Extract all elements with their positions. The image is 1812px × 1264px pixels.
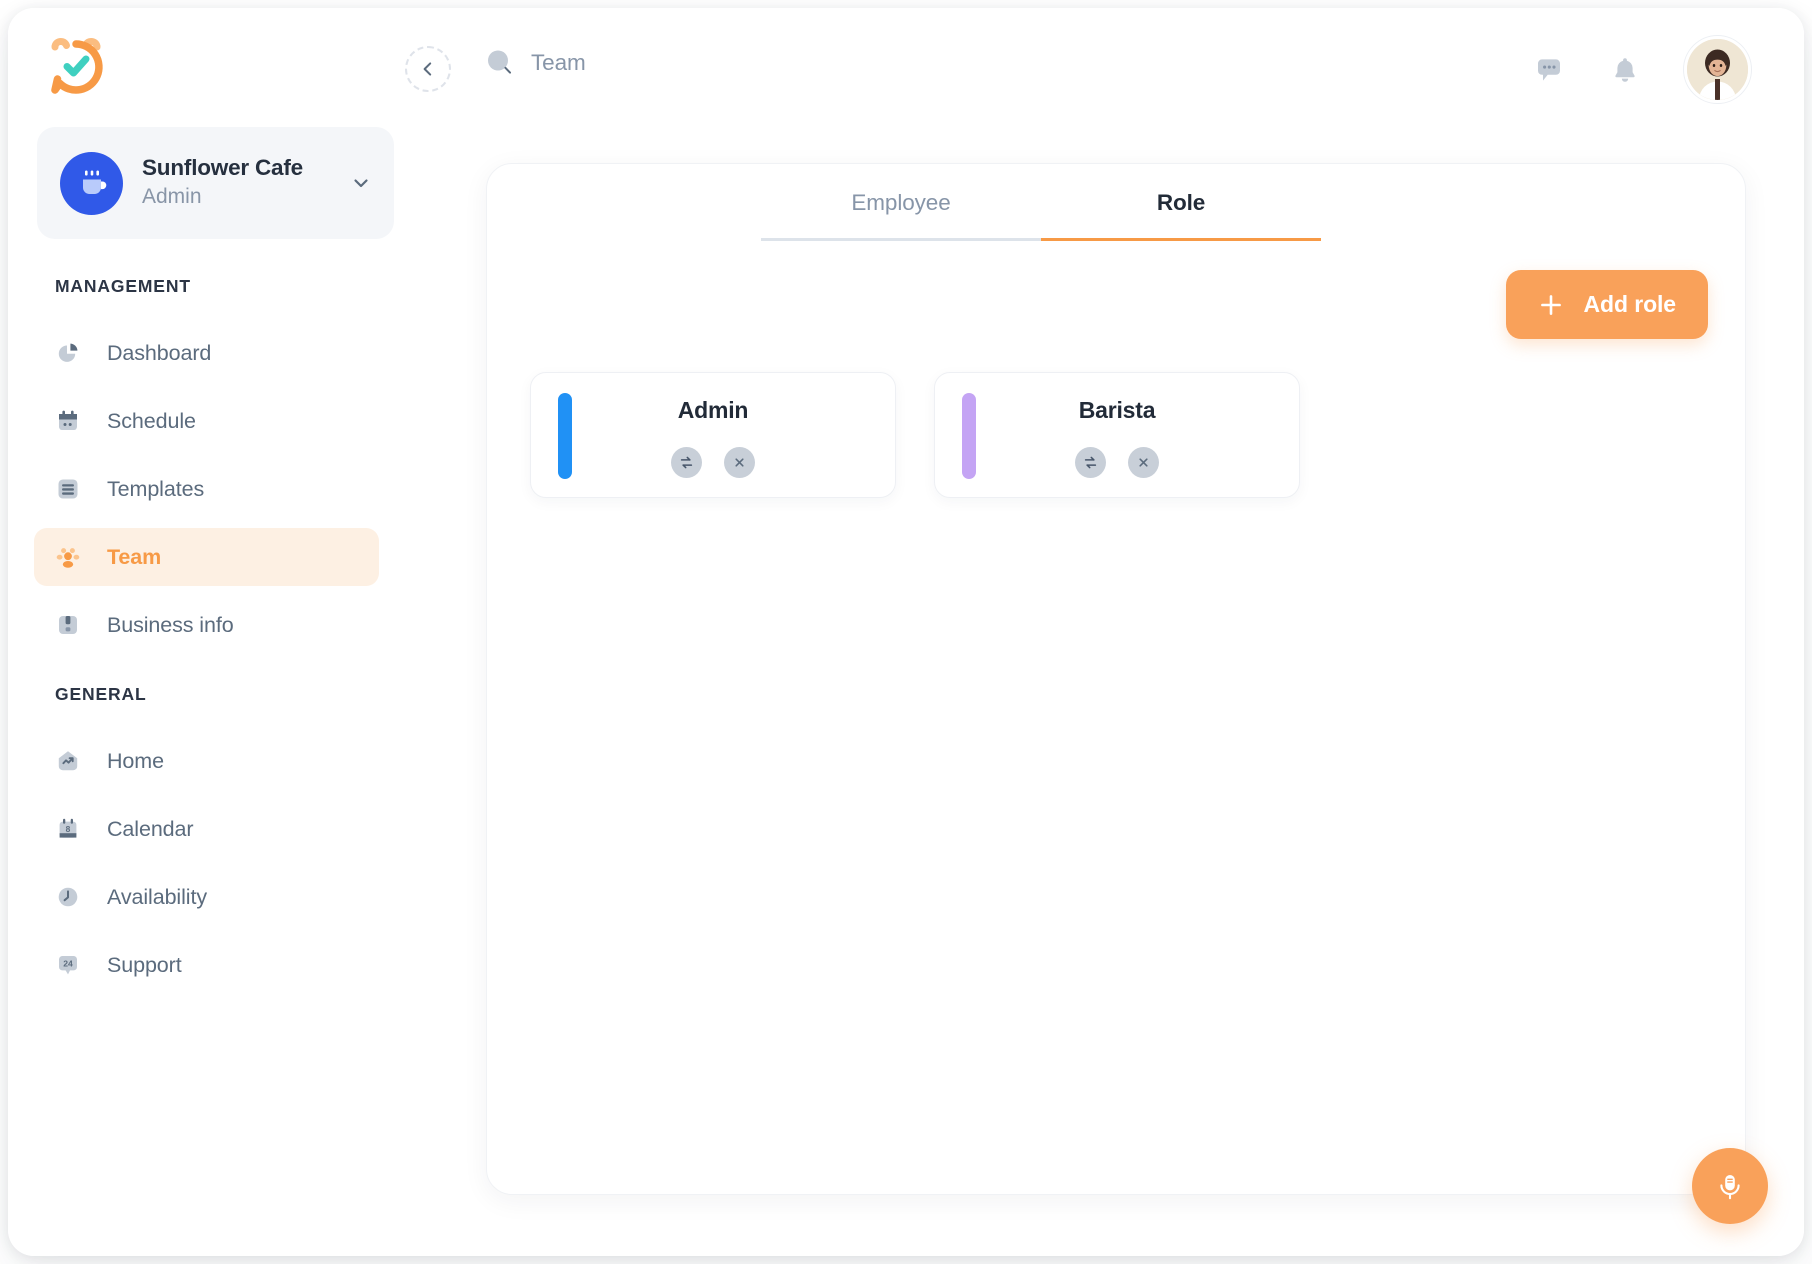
sidebar-item-label: Calendar [107, 817, 193, 842]
close-x-icon[interactable] [1128, 447, 1159, 478]
sidebar-item-label: Templates [107, 477, 204, 502]
trend-up-home-icon [53, 746, 83, 776]
close-x-icon[interactable] [724, 447, 755, 478]
role-name: Barista [935, 397, 1299, 424]
app-logo[interactable] [45, 36, 107, 98]
sidebar-item-label: Support [107, 953, 182, 978]
voice-assistant-button[interactable] [1692, 1148, 1768, 1224]
sidebar-item-calendar[interactable]: 8 Calendar [34, 800, 379, 858]
sidebar-item-label: Dashboard [107, 341, 211, 366]
messages-button[interactable] [1532, 53, 1566, 87]
role-list: Admin [530, 372, 1300, 498]
chevron-down-icon[interactable] [350, 172, 372, 194]
workspace-selector[interactable]: Sunflower Cafe Admin [37, 127, 394, 239]
sidebar: Sunflower Cafe Admin MANAGEMENT Dashboar… [8, 8, 428, 1256]
main-area: Team [428, 8, 1804, 1256]
role-name: Admin [531, 397, 895, 424]
support-24-icon: 24 [53, 950, 83, 980]
sidebar-item-availability[interactable]: Availability [34, 868, 379, 926]
swap-arrows-icon[interactable] [1075, 447, 1106, 478]
microphone-icon [1712, 1168, 1748, 1204]
tab-role[interactable]: Role [1041, 190, 1321, 241]
sidebar-item-dashboard[interactable]: Dashboard [34, 324, 379, 382]
workspace-role: Admin [142, 183, 350, 211]
breadcrumb[interactable]: Team [483, 46, 586, 80]
sidebar-item-home[interactable]: Home [34, 732, 379, 790]
chat-dots-icon [1533, 54, 1565, 86]
clock-icon [53, 882, 83, 912]
workspace-name: Sunflower Cafe [142, 154, 350, 182]
sidebar-item-label: Availability [107, 885, 207, 910]
chevron-left-icon [418, 59, 438, 79]
sidebar-item-label: Business info [107, 613, 234, 638]
role-actions [531, 447, 895, 478]
alarm-clock-check-icon [45, 36, 107, 98]
sidebar-item-support[interactable]: 24 Support [34, 936, 379, 994]
sidebar-item-label: Schedule [107, 409, 196, 434]
briefcase-icon [53, 610, 83, 640]
sidebar-section-general: GENERAL [55, 684, 147, 705]
role-card[interactable]: Barista [934, 372, 1300, 498]
sidebar-item-templates[interactable]: Templates [34, 460, 379, 518]
coffee-cup-icon [75, 166, 109, 200]
svg-text:8: 8 [66, 824, 71, 834]
plus-icon [1538, 292, 1564, 318]
workspace-text: Sunflower Cafe Admin [142, 154, 350, 211]
bell-icon [1609, 54, 1641, 86]
avatar-photo [1687, 39, 1748, 100]
list-lines-icon [53, 474, 83, 504]
topbar-actions [1532, 36, 1751, 103]
app-window: Sunflower Cafe Admin MANAGEMENT Dashboar… [8, 8, 1804, 1256]
user-avatar[interactable] [1684, 36, 1751, 103]
notifications-button[interactable] [1608, 53, 1642, 87]
sidebar-item-business-info[interactable]: Business info [34, 596, 379, 654]
tabs: Employee Role [761, 190, 1321, 241]
sidebar-item-team[interactable]: Team [34, 528, 379, 586]
content-card: Employee Role Add role Admin [486, 163, 1746, 1195]
add-role-label: Add role [1584, 291, 1676, 318]
role-actions [935, 447, 1299, 478]
workspace-avatar [60, 152, 123, 215]
sidebar-collapse-button[interactable] [405, 46, 451, 92]
role-card[interactable]: Admin [530, 372, 896, 498]
calendar-day-8-icon: 8 [53, 814, 83, 844]
people-group-icon [53, 542, 83, 572]
calendar-icon [53, 406, 83, 436]
swap-arrows-icon[interactable] [671, 447, 702, 478]
search-icon[interactable] [483, 46, 517, 80]
sidebar-item-label: Team [107, 545, 161, 570]
topbar: Team [428, 8, 1804, 130]
sidebar-item-schedule[interactable]: Schedule [34, 392, 379, 450]
breadcrumb-label: Team [531, 50, 586, 76]
sidebar-section-management: MANAGEMENT [55, 276, 191, 297]
add-role-button[interactable]: Add role [1506, 270, 1708, 339]
tab-employee[interactable]: Employee [761, 190, 1041, 241]
pie-chart-icon [53, 338, 83, 368]
svg-text:24: 24 [63, 959, 73, 969]
sidebar-item-label: Home [107, 749, 164, 774]
